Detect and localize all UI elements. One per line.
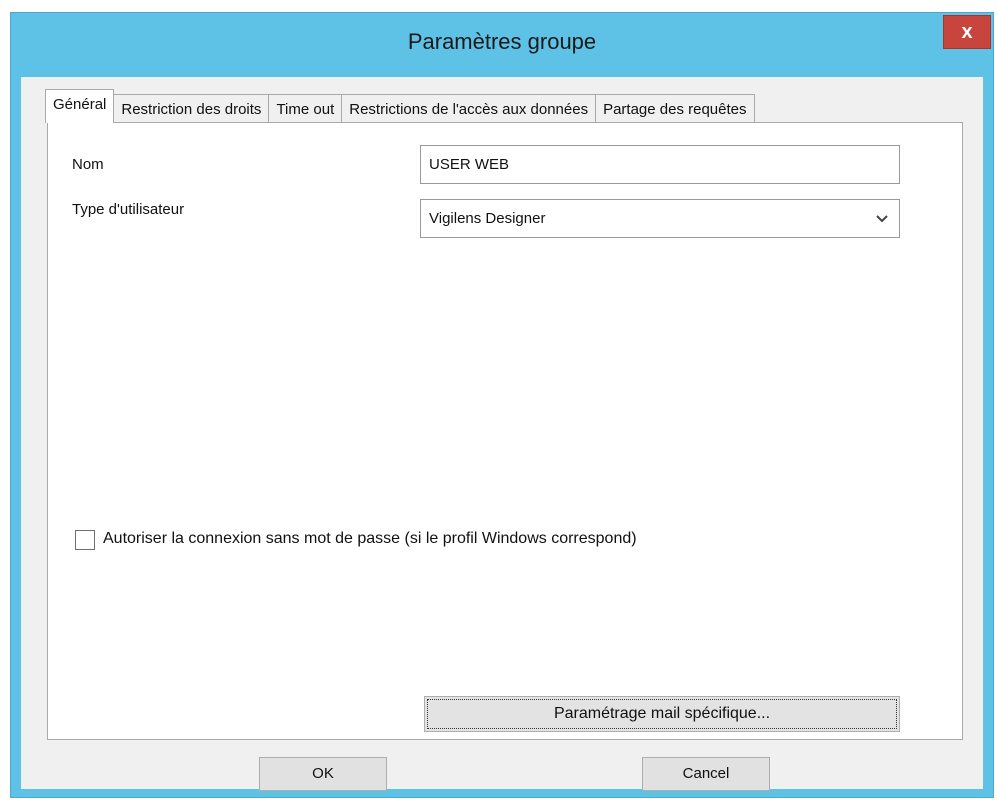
name-field[interactable]: USER WEB: [420, 145, 900, 184]
dialog-client-area: Général Restriction des droits Time out …: [21, 77, 983, 791]
name-label: Nom: [72, 156, 104, 173]
tab-time-out[interactable]: Time out: [268, 94, 343, 123]
user-type-select[interactable]: Vigilens Designer: [420, 199, 900, 238]
tab-general[interactable]: Général: [45, 89, 115, 123]
tab-query-sharing[interactable]: Partage des requêtes: [595, 94, 755, 123]
tab-rights-restriction[interactable]: Restriction des droits: [113, 94, 270, 123]
close-button[interactable]: x: [943, 15, 991, 49]
cancel-button[interactable]: Cancel: [642, 757, 770, 791]
tab-data-access-restrictions[interactable]: Restrictions de l'accès aux données: [341, 94, 597, 123]
close-icon: x: [961, 20, 973, 43]
dialog-window: Paramètres groupe x Général Restriction …: [10, 12, 994, 798]
chevron-down-icon[interactable]: [875, 200, 889, 251]
window-title: Paramètres groupe: [407, 29, 597, 54]
ok-button[interactable]: OK: [259, 757, 387, 791]
title-bar[interactable]: Paramètres groupe x: [11, 13, 993, 77]
user-type-label: Type d'utilisateur: [72, 201, 185, 218]
tab-panel-general: Nom USER WEB Type d'utilisateur Vigilens…: [47, 122, 963, 740]
user-type-value: Vigilens Designer: [429, 210, 546, 227]
passwordless-checkbox[interactable]: [75, 530, 95, 550]
passwordless-label[interactable]: Autoriser la connexion sans mot de passe…: [103, 530, 637, 548]
mail-settings-button[interactable]: Paramétrage mail spécifique...: [424, 696, 900, 732]
tab-strip: Général Restriction des droits Time out …: [45, 89, 755, 123]
